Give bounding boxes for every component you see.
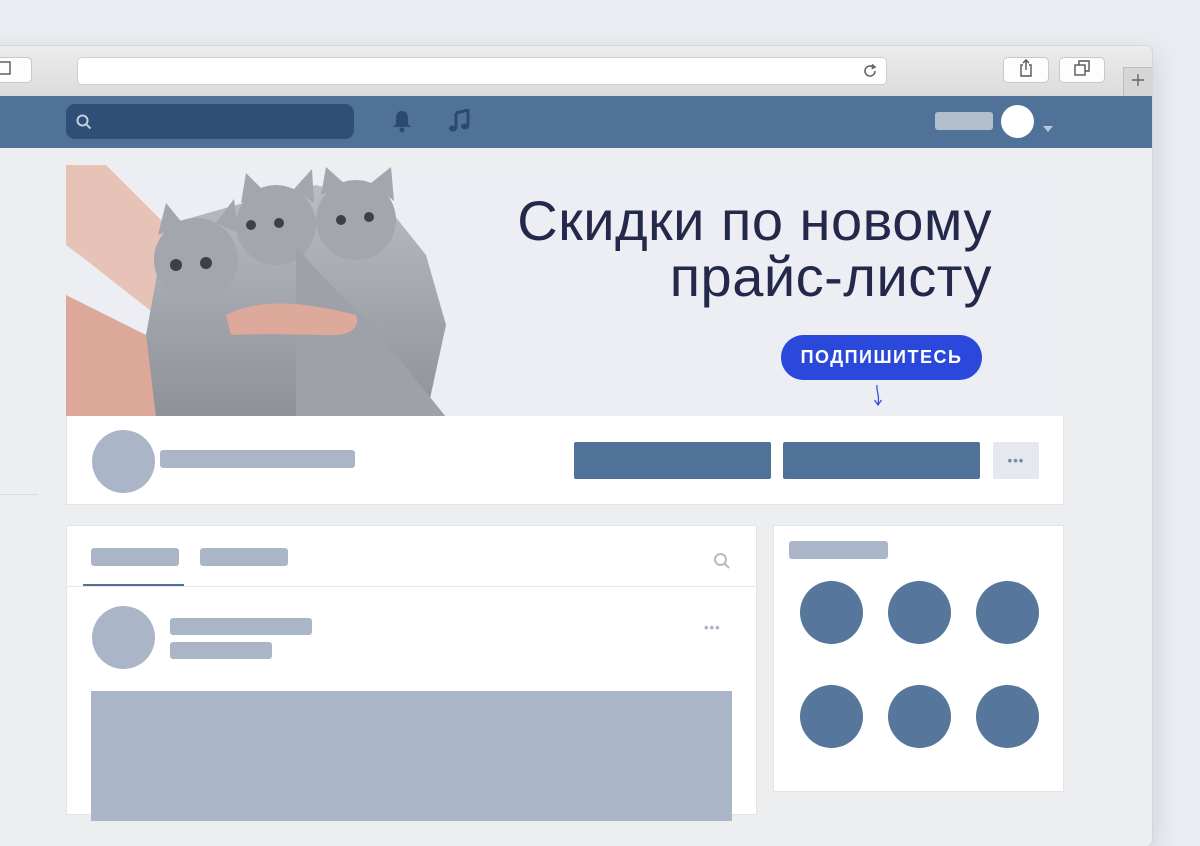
browser-toolbar (0, 46, 1152, 97)
search-input[interactable] (66, 104, 354, 139)
post-more-icon[interactable]: ••• (704, 620, 721, 635)
share-button[interactable] (1003, 57, 1049, 83)
music-note-icon[interactable] (448, 108, 470, 138)
community-name-placeholder (160, 450, 355, 468)
post-author-avatar[interactable] (92, 606, 155, 669)
divider (67, 586, 756, 587)
kittens-photo (66, 165, 446, 417)
secondary-action-button[interactable] (783, 442, 980, 479)
share-icon (1018, 58, 1034, 82)
wall-card: ••• (66, 525, 757, 821)
member-avatar[interactable] (888, 685, 951, 748)
primary-action-button[interactable] (574, 442, 771, 479)
show-tabs-button[interactable] (1059, 57, 1105, 83)
search-icon[interactable] (713, 552, 731, 575)
post-author-placeholder (170, 618, 312, 635)
sidebar-icon (0, 60, 11, 80)
tab-community-posts[interactable] (200, 548, 288, 566)
member-avatar[interactable] (800, 685, 863, 748)
plus-icon (1131, 73, 1145, 92)
avatar[interactable] (1001, 105, 1034, 138)
member-avatar[interactable] (888, 581, 951, 644)
tab-posts[interactable] (91, 548, 179, 566)
community-info-card: ••• (66, 416, 1064, 505)
arrow-down-icon (872, 384, 884, 411)
member-avatar[interactable] (976, 581, 1039, 644)
community-avatar[interactable] (92, 430, 155, 493)
user-name-placeholder[interactable] (935, 112, 993, 130)
sidebar-toggle-button[interactable] (0, 57, 32, 83)
cover-headline-line-2: прайс-листу (669, 245, 992, 308)
post-image-placeholder (91, 691, 732, 821)
address-bar[interactable] (77, 57, 887, 85)
chevron-down-icon[interactable] (1043, 119, 1053, 137)
reload-icon[interactable] (862, 63, 878, 84)
subscribe-button[interactable]: ПОДПИШИТЕСЬ (781, 335, 982, 380)
members-title-placeholder (789, 541, 888, 559)
new-tab-button[interactable] (1123, 67, 1152, 96)
member-avatar[interactable] (800, 581, 863, 644)
member-avatar[interactable] (976, 685, 1039, 748)
bell-icon[interactable] (391, 109, 413, 138)
cover-headline: Скидки по новому прайс-листу (517, 193, 992, 305)
cover-headline-line-1: Скидки по новому (517, 189, 992, 252)
site-header (0, 96, 1152, 148)
more-actions-button[interactable]: ••• (993, 442, 1039, 479)
members-card (773, 525, 1064, 792)
post-date-placeholder (170, 642, 272, 659)
sidebar-divider (0, 494, 38, 495)
search-icon (76, 114, 92, 130)
community-cover: Скидки по новому прайс-листу ПОДПИШИТЕСЬ (66, 165, 1064, 417)
tabs-icon (1074, 59, 1090, 81)
